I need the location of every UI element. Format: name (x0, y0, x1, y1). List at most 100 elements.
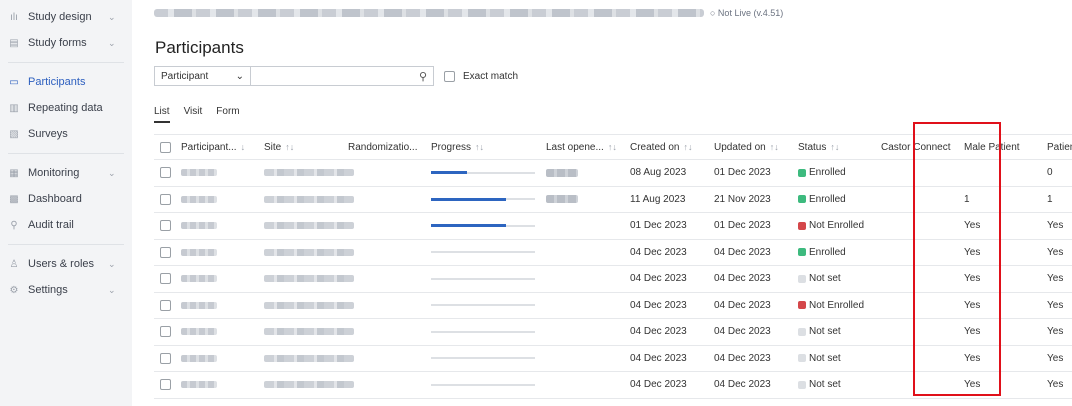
sidebar-item-label: Dashboard (28, 193, 82, 205)
column-header-castor-connect[interactable]: Castor Connect (881, 135, 950, 159)
row-checkbox[interactable] (160, 372, 171, 398)
sort-icon: ↑↓ (285, 142, 295, 152)
sidebar-item-label: Study forms (28, 37, 87, 49)
table-row[interactable]: 04 Dec 2023 04 Dec 2023 Not Enrolled Yes Yes (154, 293, 1072, 319)
sidebar-item-audit-trail[interactable]: ⚲ Audit trail (0, 212, 132, 238)
table-row[interactable]: 04 Dec 2023 04 Dec 2023 Not set Yes Yes (154, 346, 1072, 372)
sidebar-item-label: Users & roles (28, 258, 95, 270)
status-badge: Not set (809, 352, 841, 364)
checkbox[interactable] (160, 167, 171, 179)
column-header-patient[interactable]: Patien (1047, 135, 1072, 159)
tab-list[interactable]: List (154, 106, 170, 123)
column-header-male-patient[interactable]: Male Patient (964, 135, 1020, 159)
table-row[interactable]: 04 Dec 2023 04 Dec 2023 Not set Yes Yes (154, 319, 1072, 346)
status-badge: Not set (809, 326, 841, 338)
male-patient-cell-value: Yes (964, 352, 981, 364)
sort-icon: ↑↓ (683, 142, 693, 152)
row-checkbox[interactable] (160, 187, 171, 213)
select-all-checkbox[interactable] (160, 135, 171, 159)
table-row[interactable]: 11 Aug 2023 21 Nov 2023 Enrolled 1 1 (154, 187, 1072, 213)
status-cell: Not set (798, 266, 841, 292)
participants-table: Participant... ↓ Site ↑↓ Randomizatio... P… (154, 134, 1072, 399)
progress-bar (431, 304, 535, 307)
tab-visit[interactable]: Visit (184, 106, 203, 123)
column-header-last-opened[interactable]: Last opene... ↑↓ (546, 135, 617, 159)
site-cell (264, 187, 354, 213)
sidebar-item-study-design[interactable]: ılı Study design ⌄ (0, 4, 132, 30)
chevron-down-icon: ⌄ (108, 12, 116, 22)
table-row[interactable]: 04 Dec 2023 04 Dec 2023 Not set Yes Yes (154, 372, 1072, 399)
sidebar-item-participants[interactable]: ▭ Participants (0, 69, 132, 95)
table-row[interactable]: 01 Dec 2023 01 Dec 2023 Not Enrolled Yes Yes (154, 213, 1072, 240)
tab-form[interactable]: Form (216, 106, 239, 123)
updated-on-cell: 01 Dec 2023 (714, 213, 771, 239)
checkbox[interactable] (160, 273, 171, 285)
checkbox[interactable] (160, 246, 171, 258)
column-header-randomization[interactable]: Randomizatio... (348, 135, 417, 159)
column-header-participant[interactable]: Participant... ↓ (181, 135, 245, 159)
participant-id-cell[interactable] (181, 240, 217, 266)
sidebar-item-monitoring[interactable]: ▦ Monitoring ⌄ (0, 160, 132, 186)
checkbox[interactable] (160, 379, 171, 391)
search-input[interactable] (251, 67, 411, 85)
row-checkbox[interactable] (160, 293, 171, 319)
row-checkbox[interactable] (160, 213, 171, 239)
created-on-cell: 04 Dec 2023 (630, 266, 687, 292)
row-checkbox[interactable] (160, 346, 171, 372)
row-checkbox[interactable] (160, 319, 171, 345)
status-dot-icon (798, 221, 806, 230)
column-header-status[interactable]: Status ↑↓ (798, 135, 839, 159)
sidebar-item-users-roles[interactable]: ♙ Users & roles ⌄ (0, 251, 132, 277)
checkbox[interactable] (160, 352, 171, 364)
participant-id-cell[interactable] (181, 187, 217, 213)
exact-match-toggle[interactable]: Exact match (444, 70, 518, 82)
study-design-icon: ılı (10, 11, 18, 23)
sidebar-item-label: Audit trail (28, 219, 74, 231)
table-header-row: Participant... ↓ Site ↑↓ Randomizatio... P… (154, 134, 1072, 160)
updated-on-cell: 04 Dec 2023 (714, 266, 771, 292)
participant-id-cell[interactable] (181, 319, 217, 345)
participant-id-cell[interactable] (181, 213, 217, 239)
site-redacted (264, 195, 354, 203)
row-checkbox[interactable] (160, 240, 171, 266)
participant-id-cell[interactable] (181, 266, 217, 292)
site-cell (264, 319, 354, 345)
table-row[interactable]: 08 Aug 2023 01 Dec 2023 Enrolled 0 (154, 160, 1072, 187)
column-header-site[interactable]: Site ↑↓ (264, 135, 294, 159)
updated-on-cell-value: 04 Dec 2023 (714, 299, 771, 311)
participant-id-cell[interactable] (181, 160, 217, 186)
search-field-select-value: Participant (161, 70, 209, 82)
table-row[interactable]: 04 Dec 2023 04 Dec 2023 Not set Yes Yes (154, 266, 1072, 293)
search-icon[interactable]: ⚲ (419, 70, 427, 83)
sidebar-item-settings[interactable]: ⚙ Settings ⌄ (0, 277, 132, 303)
column-header-created-on[interactable]: Created on ↑↓ (630, 135, 692, 159)
sidebar-item-dashboard[interactable]: ▩ Dashboard (0, 186, 132, 212)
row-checkbox[interactable] (160, 266, 171, 292)
search-field-select[interactable]: Participant ⌄ (154, 66, 250, 86)
updated-on-cell: 04 Dec 2023 (714, 293, 771, 319)
participant-id-cell[interactable] (181, 293, 217, 319)
checkbox[interactable] (160, 141, 171, 153)
patient-cell-value: Yes (1047, 299, 1064, 311)
sidebar-item-repeating-data[interactable]: ▥ Repeating data (0, 95, 132, 121)
patient-cell-value: Yes (1047, 273, 1064, 285)
chevron-down-icon: ⌄ (108, 38, 116, 48)
site-redacted (264, 248, 354, 256)
column-header-progress[interactable]: Progress ↑↓ (431, 135, 484, 159)
last-opened-redacted (546, 195, 578, 204)
participant-id-cell[interactable] (181, 372, 217, 398)
table-row[interactable]: 04 Dec 2023 04 Dec 2023 Enrolled Yes Yes (154, 240, 1072, 266)
sidebar-item-study-forms[interactable]: ▤ Study forms ⌄ (0, 30, 132, 56)
checkbox[interactable] (160, 193, 171, 205)
checkbox[interactable] (160, 326, 171, 338)
checkbox[interactable] (160, 220, 171, 232)
checkbox[interactable] (160, 299, 171, 311)
participant-id-cell[interactable] (181, 346, 217, 372)
exact-match-checkbox[interactable] (444, 70, 455, 82)
male-patient-cell: Yes (964, 240, 980, 266)
chevron-down-icon: ⌄ (235, 70, 244, 82)
row-checkbox[interactable] (160, 160, 171, 186)
column-header-updated-on[interactable]: Updated on ↑↓ (714, 135, 779, 159)
sidebar-item-surveys[interactable]: ▧ Surveys (0, 121, 132, 147)
progress-bar (431, 197, 535, 201)
